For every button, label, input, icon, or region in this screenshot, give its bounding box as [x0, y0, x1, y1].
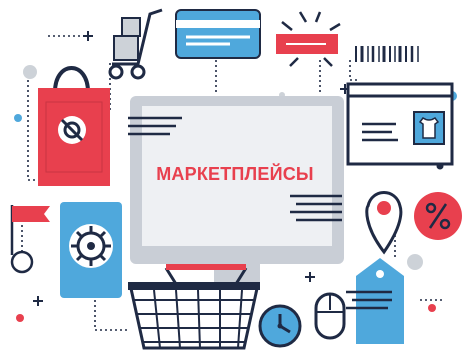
map-pin-icon [365, 191, 403, 255]
credit-card-icon [175, 9, 261, 59]
safe-dial-icon [60, 202, 122, 298]
page-title: МАРКЕТПЛЕЙСЫ [156, 163, 314, 184]
price-tag-icon [346, 258, 404, 344]
percent-badge-icon [414, 192, 462, 240]
barcode-icon [355, 46, 419, 62]
shopping-basket-icon [128, 264, 260, 350]
monitor-icon [128, 96, 344, 286]
shopping-bag-icon [38, 66, 110, 186]
hand-truck-icon [108, 8, 163, 80]
computer-mouse-icon [314, 292, 346, 340]
illustration-canvas: МАРКЕТПЛЕЙСЫ [0, 0, 467, 352]
sale-burst-icon [276, 11, 341, 67]
t-shirt-icon [413, 111, 445, 145]
flag-icon [10, 205, 50, 274]
clock-icon [258, 304, 302, 348]
